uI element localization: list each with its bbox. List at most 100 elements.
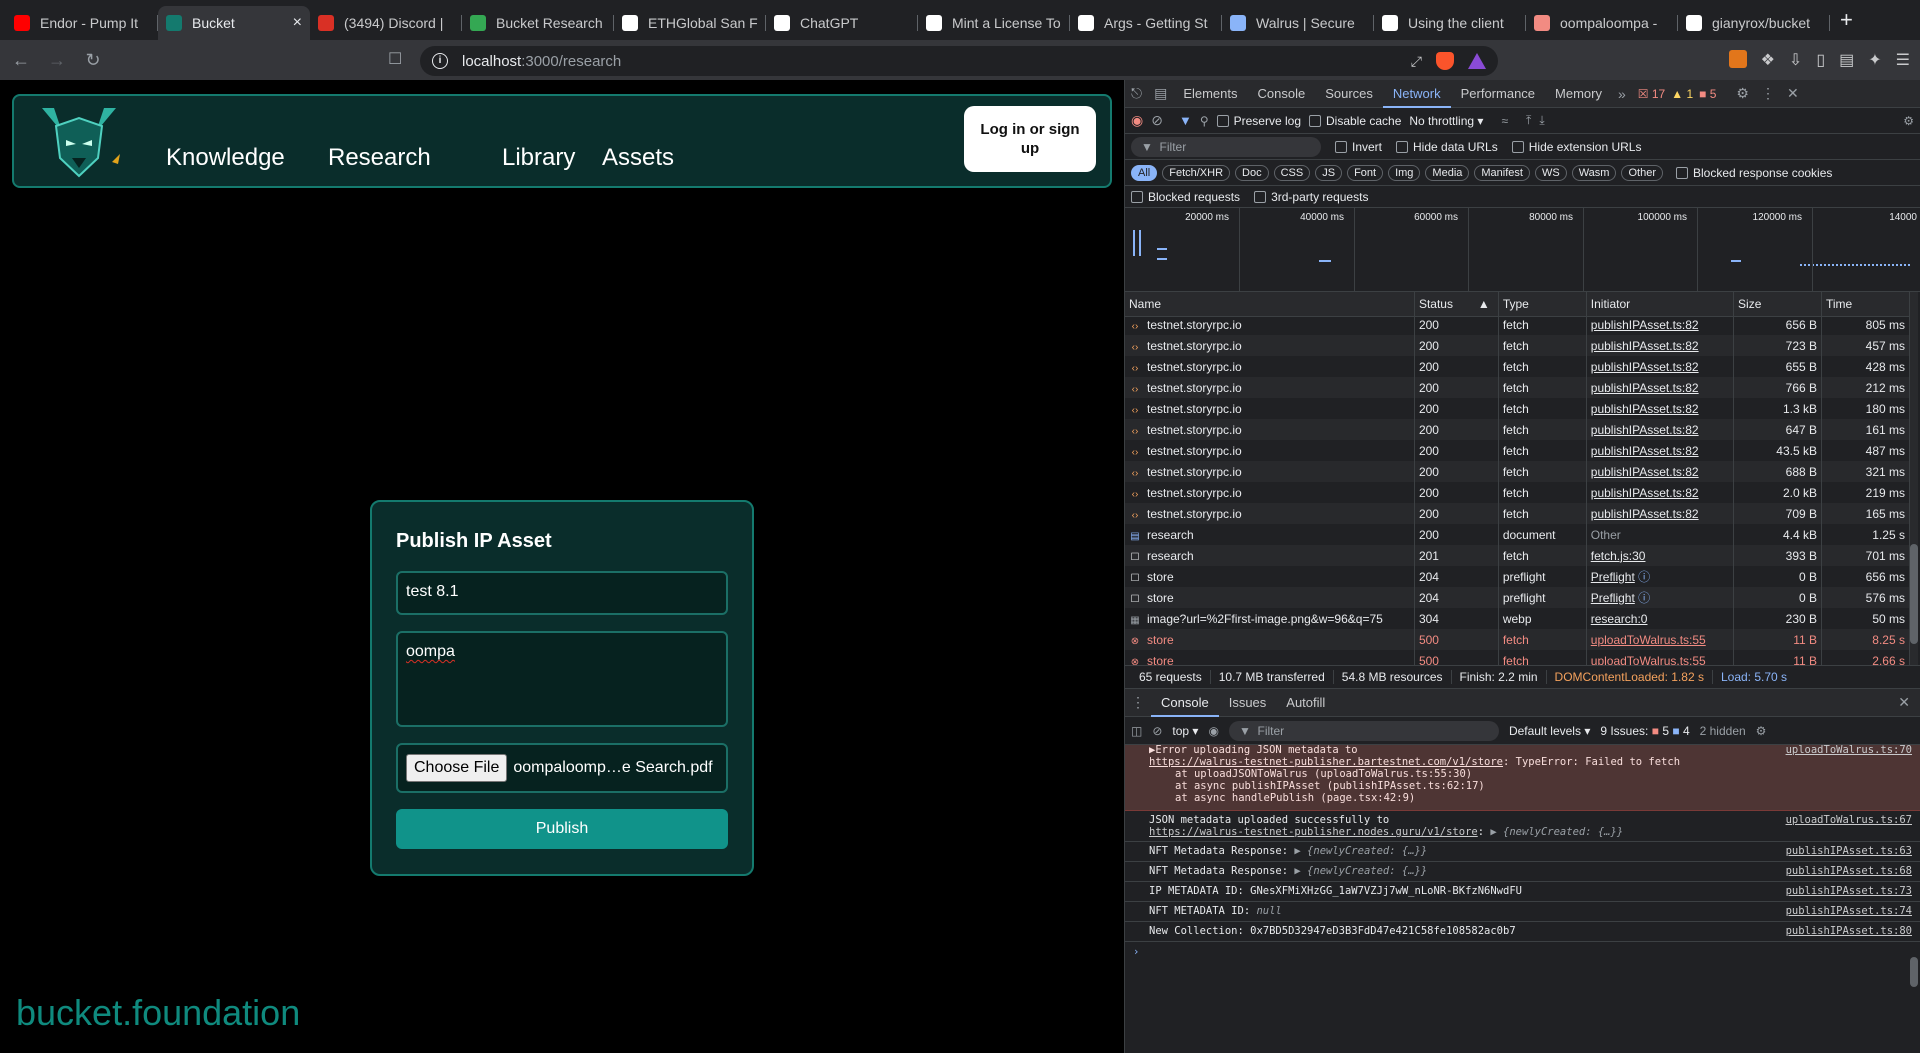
cell-initiator[interactable]: uploadToWalrus.ts:55 bbox=[1586, 629, 1735, 650]
network-conditions-icon[interactable]: ≈ bbox=[1501, 114, 1508, 128]
close-tab-icon[interactable]: × bbox=[293, 14, 302, 32]
console-sidebar-icon[interactable]: ◫ bbox=[1131, 724, 1142, 738]
table-row[interactable]: ‹› testnet.storyrpc.io 200 fetch publishIPAs… bbox=[1125, 377, 1910, 398]
col-status[interactable]: Status ▲ bbox=[1414, 292, 1499, 317]
kebab-menu-icon[interactable]: ⋮ bbox=[1755, 85, 1781, 102]
col-type[interactable]: Type bbox=[1498, 292, 1587, 317]
initiator-link[interactable]: publishIPAsset.ts:82 bbox=[1591, 423, 1699, 437]
inspect-icon[interactable]: ⎋ bbox=[1125, 85, 1148, 102]
table-row[interactable]: ☐ store 204 preflight Preflight ⓘ 0 B 576 ms bbox=[1125, 587, 1910, 608]
tab-console[interactable]: Console bbox=[1248, 80, 1316, 108]
table-row[interactable]: ‹› testnet.storyrpc.io 200 fetch publishIPAs… bbox=[1125, 335, 1910, 356]
issue-count-icon[interactable]: ■ 5 bbox=[1699, 87, 1716, 101]
cell-name[interactable]: ⊗ store bbox=[1125, 629, 1415, 650]
table-row[interactable]: ▦ image?url=%2Ffirst-image.png&w=96&q=75 3… bbox=[1125, 608, 1910, 629]
tab-sources[interactable]: Sources bbox=[1315, 80, 1383, 108]
log-source-link[interactable]: publishIPAsset.ts:68 bbox=[1786, 865, 1912, 878]
console-log-entry[interactable]: New Collection: 0x7BD5D32947eD3B3FdD47e4… bbox=[1125, 922, 1920, 942]
table-row[interactable]: ☐ store 204 preflight Preflight ⓘ 0 B 656 ms bbox=[1125, 566, 1910, 587]
type-filter-chip[interactable]: Other bbox=[1621, 164, 1663, 181]
new-tab-icon[interactable]: + bbox=[1840, 7, 1853, 33]
cell-initiator[interactable]: Preflight ⓘ bbox=[1586, 587, 1735, 608]
site-info-icon[interactable]: i bbox=[432, 53, 448, 69]
initiator-link[interactable]: publishIPAsset.ts:82 bbox=[1591, 444, 1699, 458]
cell-name[interactable]: ▦ image?url=%2Ffirst-image.png&w=96&q=75 bbox=[1125, 608, 1415, 629]
record-icon[interactable]: ◉ bbox=[1131, 112, 1143, 129]
settings-icon[interactable]: ⚙ bbox=[1730, 85, 1755, 102]
extensions-icon[interactable]: ❖ bbox=[1761, 50, 1775, 70]
cell-name[interactable]: ☐ store bbox=[1125, 566, 1415, 587]
table-row[interactable]: ‹› testnet.storyrpc.io 200 fetch publishIPAs… bbox=[1125, 503, 1910, 524]
error-source-link[interactable]: uploadToWalrus.ts:70 bbox=[1786, 745, 1912, 756]
warning-count-icon[interactable]: ▲ 1 bbox=[1671, 87, 1693, 101]
tab-elements[interactable]: Elements bbox=[1173, 80, 1247, 108]
filter-icon[interactable]: ▼ bbox=[1179, 113, 1192, 128]
type-filter-chip[interactable]: Doc bbox=[1235, 164, 1269, 181]
table-row[interactable]: ⊗ store 500 fetch uploadToWalrus.ts:55 11 B 8.… bbox=[1125, 629, 1910, 650]
cell-name[interactable]: ‹› testnet.storyrpc.io bbox=[1125, 356, 1415, 377]
import-har-icon[interactable]: ⤒ bbox=[1526, 113, 1531, 128]
console-settings-icon[interactable]: ⚙ bbox=[1756, 724, 1767, 738]
stack-frame[interactable]: at uploadJSONToWalrus (uploadToWalrus.ts… bbox=[1149, 768, 1912, 780]
console-error-entry[interactable]: ▶Error uploading JSON metadata to upload… bbox=[1125, 745, 1920, 811]
cell-name[interactable]: ‹› testnet.storyrpc.io bbox=[1125, 482, 1415, 503]
cell-name[interactable]: ‹› testnet.storyrpc.io bbox=[1125, 440, 1415, 461]
log-object[interactable]: ▶ {newlyCreated: {…}} bbox=[1294, 845, 1427, 857]
brave-shield-icon[interactable] bbox=[1436, 52, 1454, 70]
browser-tab[interactable]: gianyrox/bucket bbox=[1678, 6, 1830, 40]
cell-name[interactable]: ‹› testnet.storyrpc.io bbox=[1125, 314, 1415, 335]
invert-checkbox[interactable]: Invert bbox=[1335, 140, 1382, 154]
leo-ai-icon[interactable]: ✦ bbox=[1868, 50, 1881, 70]
initiator-link[interactable]: Other bbox=[1591, 528, 1621, 542]
initiator-link[interactable]: publishIPAsset.ts:82 bbox=[1591, 402, 1699, 416]
cell-initiator[interactable]: publishIPAsset.ts:82 bbox=[1586, 356, 1735, 377]
cell-name[interactable]: ☐ store bbox=[1125, 587, 1415, 608]
drawer-tab-console[interactable]: Console bbox=[1151, 689, 1219, 717]
log-source-link[interactable]: publishIPAsset.ts:63 bbox=[1786, 845, 1912, 858]
browser-tab[interactable]: Walrus | Secure bbox=[1222, 6, 1374, 40]
console-log-entry[interactable]: IP METADATA ID: GNesXFMiXHzGG_1aW7VZJj7w… bbox=[1125, 882, 1920, 902]
cell-name[interactable]: ‹› testnet.storyrpc.io bbox=[1125, 419, 1415, 440]
clear-icon[interactable]: ⊘ bbox=[1151, 112, 1163, 129]
login-button[interactable]: Log in or sign up bbox=[964, 106, 1096, 172]
network-filter-input[interactable]: ▼ Filter bbox=[1131, 136, 1321, 157]
cell-name[interactable]: ‹› testnet.storyrpc.io bbox=[1125, 398, 1415, 419]
initiator-link[interactable]: publishIPAsset.ts:82 bbox=[1591, 465, 1699, 479]
close-devtools-icon[interactable]: ✕ bbox=[1781, 85, 1805, 102]
drawer-menu-icon[interactable]: ⋮ bbox=[1125, 694, 1151, 711]
sidebar-icon[interactable]: ▯ bbox=[1816, 50, 1825, 70]
footer-brand[interactable]: bucket.foundation bbox=[16, 992, 300, 1034]
browser-tab[interactable]: Bucket × bbox=[158, 6, 310, 40]
preserve-log-checkbox[interactable]: Preserve log bbox=[1216, 114, 1301, 128]
cell-initiator[interactable]: publishIPAsset.ts:82 bbox=[1586, 398, 1735, 419]
download-icon[interactable]: ⇩ bbox=[1789, 50, 1802, 70]
nav-research[interactable]: Research bbox=[328, 144, 431, 172]
table-row[interactable]: ‹› testnet.storyrpc.io 200 fetch publishIPAs… bbox=[1125, 461, 1910, 482]
context-select[interactable]: top ▾ bbox=[1172, 724, 1198, 738]
initiator-link[interactable]: publishIPAsset.ts:82 bbox=[1591, 486, 1699, 500]
drawer-tab-issues[interactable]: Issues bbox=[1219, 689, 1277, 717]
initiator-link[interactable]: publishIPAsset.ts:82 bbox=[1591, 318, 1699, 332]
choose-file-button[interactable]: Choose File bbox=[406, 754, 508, 782]
cell-initiator[interactable]: publishIPAsset.ts:82 bbox=[1586, 503, 1735, 524]
table-row[interactable]: ‹› testnet.storyrpc.io 200 fetch publishIPAs… bbox=[1125, 398, 1910, 419]
browser-tab[interactable]: Endor - Pump It bbox=[6, 6, 158, 40]
cell-initiator[interactable]: uploadToWalrus.ts:55 bbox=[1586, 650, 1735, 665]
tab-memory[interactable]: Memory bbox=[1545, 80, 1612, 108]
nav-library[interactable]: Library bbox=[502, 144, 575, 172]
error-count-icon[interactable]: ☒ 17 bbox=[1638, 87, 1665, 101]
console-log-entry[interactable]: NFT Metadata Response: ▶ {newlyCreated: … bbox=[1125, 842, 1920, 862]
cell-name[interactable]: ☐ research bbox=[1125, 545, 1415, 566]
third-party-checkbox[interactable]: 3rd-party requests bbox=[1254, 190, 1368, 204]
browser-tab[interactable]: (3494) Discord | bbox=[310, 6, 462, 40]
network-settings-icon[interactable]: ⚙ bbox=[1903, 114, 1914, 128]
disable-cache-checkbox[interactable]: Disable cache bbox=[1309, 114, 1401, 128]
more-tabs-icon[interactable]: » bbox=[1612, 86, 1632, 102]
table-row[interactable]: ‹› testnet.storyrpc.io 200 fetch publishIPAs… bbox=[1125, 419, 1910, 440]
initiator-link[interactable]: fetch.js:30 bbox=[1591, 549, 1646, 563]
type-filter-chip[interactable]: JS bbox=[1315, 164, 1343, 181]
initiator-link[interactable]: Preflight bbox=[1591, 570, 1635, 584]
initiator-link[interactable]: publishIPAsset.ts:82 bbox=[1591, 381, 1699, 395]
type-filter-chip[interactable]: WS bbox=[1534, 164, 1567, 181]
network-overview-timeline[interactable]: 20000 ms 40000 ms 60000 ms 80000 ms 100000 m… bbox=[1125, 208, 1920, 292]
